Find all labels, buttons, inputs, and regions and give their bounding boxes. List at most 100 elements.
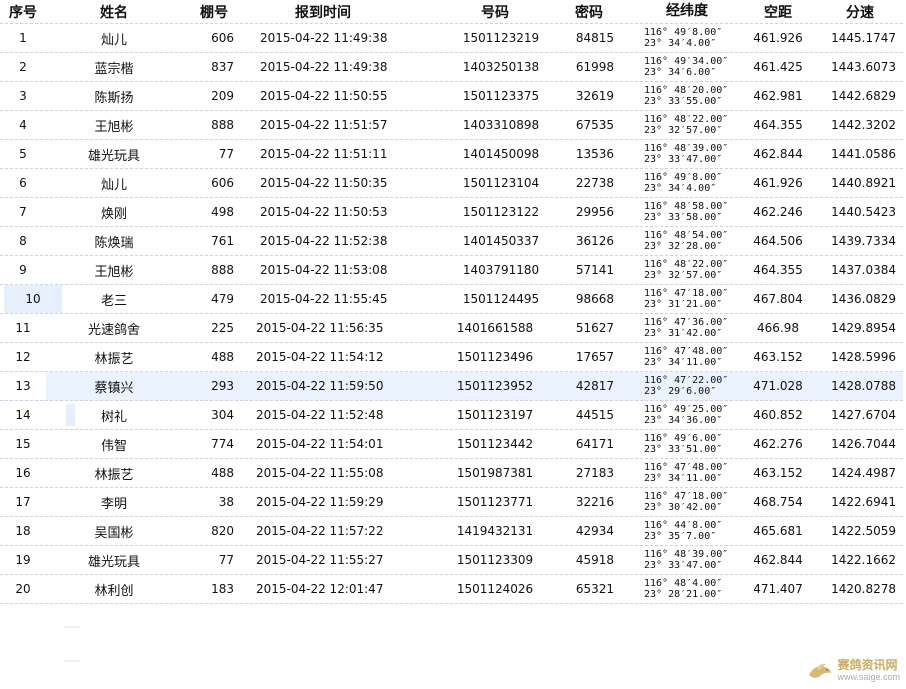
row-pin: 44515 — [575, 408, 614, 422]
row-distance: 461.926 — [753, 176, 803, 190]
row-lat: 23° 32′57.00″ — [644, 270, 723, 281]
row-idx: 4 — [19, 118, 27, 132]
row-distance: 463.152 — [753, 350, 803, 364]
table-row[interactable]: 16 林振艺 488 2015-04-22 11:55:08 1501987381 271… — [0, 459, 903, 488]
table-row[interactable]: 12 林振艺 488 2015-04-22 11:54:12 1501123496 176… — [0, 343, 903, 372]
row-speed: 1428.5996 — [831, 350, 896, 364]
row-coord: 116° 48′22.00″ 23° 32′57.00″ — [632, 256, 742, 284]
row-pin: 32619 — [575, 89, 614, 103]
row-coord: 116° 48′22.00″ 23° 32′57.00″ — [632, 111, 742, 139]
row-speed: 1424.4987 — [831, 466, 896, 480]
row-name: 陈焕瑞 — [94, 235, 134, 251]
table-row[interactable]: 4 王旭彬 888 2015-04-22 11:51:57 1403310898 6753… — [0, 111, 903, 140]
table-row[interactable]: 7 焕刚 498 2015-04-22 11:50:53 1501123122 29956… — [0, 198, 903, 227]
row-ring: 1403310898 — [462, 118, 540, 132]
row-lon: 116° 47′18.00″ — [644, 288, 729, 299]
row-pin: 67535 — [575, 118, 614, 132]
header-loft: 棚号 — [200, 4, 228, 21]
row-pin: 84815 — [575, 31, 614, 45]
row-pin: 61998 — [575, 60, 614, 74]
table-row[interactable]: 10 老三 479 2015-04-22 11:55:45 1501124495 9866… — [0, 285, 903, 314]
row-speed: 1445.1747 — [831, 31, 896, 45]
row-idx: 11 — [15, 321, 31, 335]
row-lon: 116° 47′36.00″ — [644, 317, 729, 328]
row-lat: 23° 34′4.00″ — [644, 38, 717, 49]
header-speed: 分速 — [846, 4, 874, 21]
row-lat: 23° 33′47.00″ — [644, 560, 723, 571]
table-row[interactable]: 1 灿儿 606 2015-04-22 11:49:38 1501123219 84815… — [0, 24, 903, 53]
row-loft: 488 — [211, 350, 234, 364]
row-lon: 116° 48′39.00″ — [644, 549, 729, 560]
table-row[interactable]: 18 吴国彬 820 2015-04-22 11:57:22 1419432131 429… — [0, 517, 903, 546]
table-row[interactable]: 15 伟智 774 2015-04-22 11:54:01 1501123442 6417… — [0, 430, 903, 459]
row-time: 2015-04-22 11:54:12 — [256, 350, 384, 364]
row-lat: 23° 32′57.00″ — [644, 125, 723, 136]
row-name: 林振艺 — [94, 351, 134, 367]
table-row[interactable]: 13 蔡镇兴 293 2015-04-22 11:59:50 1501123952 428… — [0, 372, 903, 401]
row-lat: 23° 29′6.00″ — [644, 386, 717, 397]
row-distance: 462.844 — [753, 147, 803, 161]
table-row[interactable]: 17 李明 38 2015-04-22 11:59:29 1501123771 32216… — [0, 488, 903, 517]
row-time: 2015-04-22 11:49:38 — [260, 60, 388, 74]
row-lon: 116° 49′8.00″ — [644, 27, 723, 38]
row-coord: 116° 47′36.00″ 23° 31′42.00″ — [632, 314, 742, 342]
row-time: 2015-04-22 11:53:08 — [260, 263, 388, 277]
row-loft: 774 — [211, 437, 234, 451]
row-lon: 116° 47′22.00″ — [644, 375, 729, 386]
row-lat: 23° 34′11.00″ — [644, 357, 723, 368]
table-row[interactable]: 8 陈焕瑞 761 2015-04-22 11:52:38 1401450337 3612… — [0, 227, 903, 256]
row-lon: 116° 48′58.00″ — [644, 201, 729, 212]
row-name: 光速鸽舍 — [87, 322, 140, 338]
row-ring: 1501123375 — [462, 89, 540, 103]
row-distance: 471.407 — [753, 582, 803, 596]
header-time: 报到时间 — [295, 4, 351, 21]
table-row[interactable]: 19 雄光玩具 77 2015-04-22 11:55:27 1501123309 459… — [0, 546, 903, 575]
row-idx: 1 — [19, 31, 27, 45]
row-time: 2015-04-22 11:55:27 — [256, 553, 384, 567]
table-row[interactable]: 3 陈斯扬 209 2015-04-22 11:50:55 1501123375 3261… — [0, 82, 903, 111]
header-ring: 号码 — [481, 4, 509, 21]
header-distance: 空距 — [764, 4, 792, 21]
results-table: 序号 姓名 棚号 报到时间 号码 密码 经纬度 空距 分速 1 灿儿 606 2015… — [0, 0, 903, 604]
row-ring: 1419432131 — [456, 524, 534, 538]
table-row[interactable]: 20 林利创 183 2015-04-22 12:01:47 1501124026 653… — [0, 575, 903, 604]
row-time: 2015-04-22 11:59:50 — [256, 379, 384, 393]
row-loft: 606 — [211, 176, 234, 190]
row-lat: 23° 33′55.00″ — [644, 96, 723, 107]
row-pin: 64171 — [575, 437, 614, 451]
row-pin: 42934 — [575, 524, 614, 538]
row-name: 焕刚 — [100, 206, 127, 222]
row-coord: 116° 44′8.00″ 23° 35′7.00″ — [632, 517, 742, 545]
row-lon: 116° 49′34.00″ — [644, 56, 729, 67]
table-row[interactable]: 2 蓝宗楷 837 2015-04-22 11:49:38 1403250138 6199… — [0, 53, 903, 82]
row-lat: 23° 33′47.00″ — [644, 154, 723, 165]
row-idx: 5 — [19, 147, 27, 161]
row-coord: 116° 48′58.00″ 23° 33′58.00″ — [632, 198, 742, 226]
row-lon: 116° 48′22.00″ — [644, 259, 729, 270]
row-speed: 1442.6829 — [831, 89, 896, 103]
row-pin: 22738 — [575, 176, 614, 190]
table-row[interactable]: 11 光速鸽舍 225 2015-04-22 11:56:35 1401661588 51… — [0, 314, 903, 343]
table-row[interactable]: 9 王旭彬 888 2015-04-22 11:53:08 1403791180 5714… — [0, 256, 903, 285]
row-ring: 1401450337 — [462, 234, 540, 248]
row-ring: 1501987381 — [456, 466, 534, 480]
row-pin: 13536 — [575, 147, 614, 161]
row-lat: 23° 35′7.00″ — [644, 531, 717, 542]
row-lon: 116° 49′8.00″ — [644, 172, 723, 183]
header-pin: 密码 — [575, 4, 603, 21]
row-speed: 1443.6073 — [831, 60, 896, 74]
row-name: 雄光玩具 — [87, 148, 140, 164]
row-lat: 23° 31′21.00″ — [644, 299, 723, 310]
row-idx: 20 — [15, 582, 31, 596]
table-row[interactable]: 5 雄光玩具 77 2015-04-22 11:51:11 1401450098 1353… — [0, 140, 903, 169]
row-coord: 116° 49′8.00″ 23° 34′4.00″ — [632, 169, 742, 197]
row-ring: 1501123496 — [456, 350, 534, 364]
row-lon: 116° 47′48.00″ — [644, 462, 729, 473]
row-lat: 23° 33′51.00″ — [644, 444, 723, 455]
row-loft: 761 — [211, 234, 234, 248]
row-distance: 460.852 — [753, 408, 803, 422]
table-row[interactable]: 6 灿儿 606 2015-04-22 11:50:35 1501123104 22738… — [0, 169, 903, 198]
table-row[interactable]: 14 树礼 304 2015-04-22 11:52:48 1501123197 4451… — [0, 401, 903, 430]
row-speed: 1420.8278 — [831, 582, 896, 596]
row-distance: 468.754 — [753, 495, 803, 509]
